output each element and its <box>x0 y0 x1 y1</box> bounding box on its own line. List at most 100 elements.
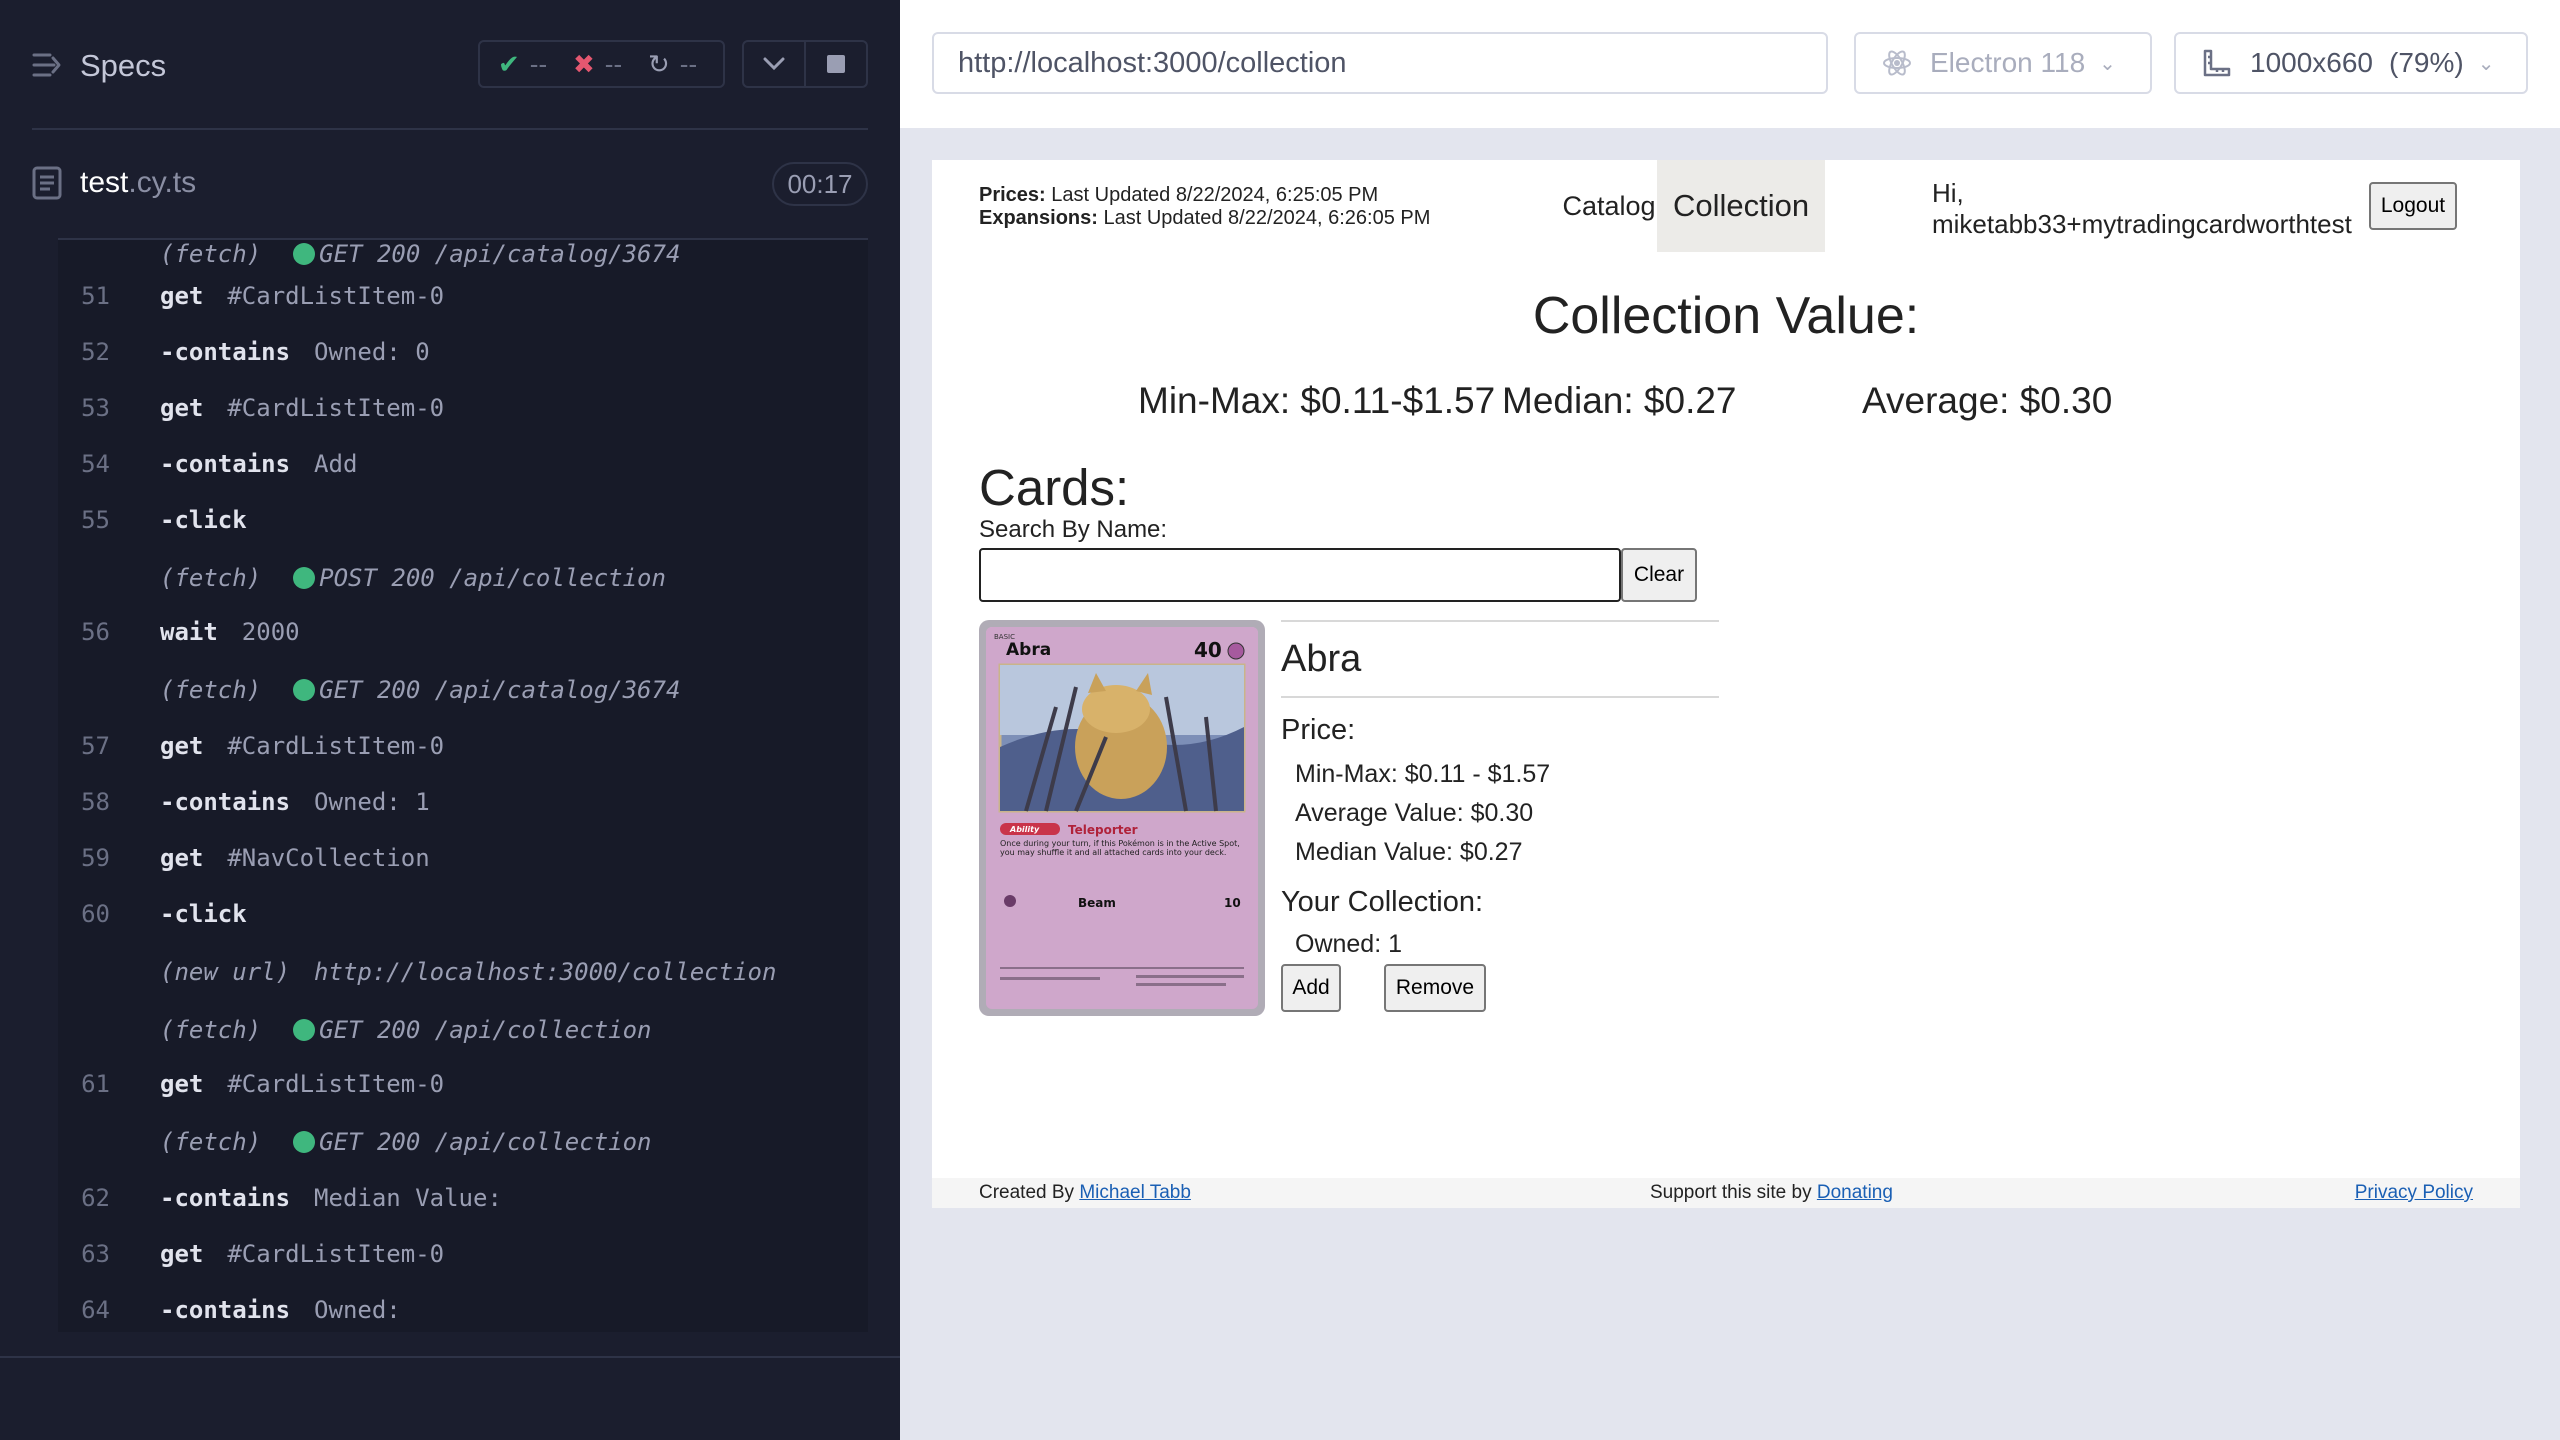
chevron-down-icon <box>763 57 785 71</box>
card-image[interactable]: BASIC Abra 40 Ability Teleporter Once du… <box>979 620 1265 1016</box>
remove-button[interactable]: Remove <box>1384 964 1486 1012</box>
command-arg: #NavCollection <box>227 844 430 872</box>
passed-count: -- <box>529 48 548 79</box>
command-text: -contains <box>160 1296 291 1324</box>
event-row[interactable]: (new url) http://localhost:3000/collectio… <box>58 946 868 998</box>
created-by-text: Created By <box>979 1182 1075 1203</box>
spec-file-base: test <box>80 166 129 199</box>
command-text: get <box>160 1240 204 1268</box>
command-name: get #CardListItem-0 <box>160 282 444 310</box>
event-text: GET 200 /api/catalog/3674 <box>319 240 681 268</box>
command-log[interactable]: (fetch) GET 200 /api/catalog/3674 51 get #Ca… <box>58 238 868 1332</box>
clear-button[interactable]: Clear <box>1621 548 1697 602</box>
card-attack-text: Beam <box>1078 896 1116 910</box>
command-row[interactable]: 60 -click <box>58 888 868 940</box>
browser-name: Electron 118 <box>1930 47 2086 78</box>
nav-catalog[interactable]: Catalog <box>1554 160 1664 252</box>
app-footer: Created By Michael Tabb Support this sit… <box>932 1178 2520 1208</box>
status-dot-icon <box>293 1019 316 1041</box>
pending-stat: ↻ -- <box>648 49 723 80</box>
command-text: -contains <box>160 788 291 816</box>
footer-credit: Created By Michael Tabb <box>979 1182 1191 1204</box>
command-row[interactable]: 58 -contains Owned: 1 <box>58 776 868 828</box>
card-name: Abra <box>1281 638 1362 680</box>
add-button[interactable]: Add <box>1281 964 1341 1012</box>
specs-header: Specs ✔ -- ✖ -- ↻ -- <box>0 0 900 130</box>
card-collection-heading: Your Collection: <box>1281 886 1484 918</box>
command-row[interactable]: 52 -contains Owned: 0 <box>58 326 868 378</box>
run-timer: 00:17 <box>772 162 868 206</box>
command-row[interactable]: 63 get #CardListItem-0 <box>58 1228 868 1280</box>
command-name: get #CardListItem-0 <box>160 394 444 422</box>
command-row[interactable]: 55 -click <box>58 494 868 546</box>
command-name: -click <box>160 900 271 928</box>
event-row[interactable]: (fetch) POST 200 /api/collection <box>58 552 868 604</box>
command-text: get <box>160 1070 204 1098</box>
event-text: POST 200 /api/collection <box>319 564 666 592</box>
specs-list-icon[interactable] <box>32 52 62 78</box>
author-link[interactable]: Michael Tabb <box>1079 1182 1191 1203</box>
chevron-down-icon: ⌄ <box>2099 52 2116 75</box>
command-arg: Owned: 1 <box>314 788 430 816</box>
failed-stat: ✖ -- <box>573 49 648 80</box>
event-entry: (fetch) GET 200 /api/catalog/3674 <box>160 676 680 704</box>
command-row[interactable]: 62 -contains Median Value: <box>58 1172 868 1224</box>
privacy-policy-link[interactable]: Privacy Policy <box>2355 1182 2473 1203</box>
search-input[interactable] <box>979 548 1621 602</box>
event-entry: (fetch) GET 200 /api/collection <box>160 1128 652 1156</box>
command-row[interactable]: 51 get #CardListItem-0 <box>58 270 868 322</box>
command-row[interactable]: 54 -contains Add <box>58 438 868 490</box>
browser-selector[interactable]: Electron 118 ⌄ <box>1854 32 2152 94</box>
event-text: GET 200 /api/collection <box>319 1016 652 1044</box>
status-dot-icon <box>293 679 316 701</box>
card-damage-text: 10 <box>1224 896 1241 910</box>
event-row[interactable]: (fetch) GET 200 /api/collection <box>58 1116 868 1168</box>
command-name: get #NavCollection <box>160 844 430 872</box>
card-ability-text: Once during your turn, if this Pokémon i… <box>1000 839 1240 857</box>
specs-title[interactable]: Specs <box>80 48 166 84</box>
app-under-test: Prices: Last Updated 8/22/2024, 6:25:05 … <box>932 160 2520 1208</box>
event-label: (fetch) <box>160 564 262 592</box>
event-row[interactable]: (fetch) GET 200 /api/catalog/3674 <box>58 664 868 716</box>
command-row[interactable]: 53 get #CardListItem-0 <box>58 382 868 434</box>
prices-updated: Last Updated 8/22/2024, 6:25:05 PM <box>1051 184 1379 206</box>
command-arg: #CardListItem-0 <box>227 1240 445 1268</box>
command-name: get #CardListItem-0 <box>160 1240 444 1268</box>
divider <box>32 128 868 130</box>
event-row[interactable]: (fetch) GET 200 /api/collection <box>58 1004 868 1056</box>
collapse-button[interactable] <box>744 42 804 86</box>
viewport-selector[interactable]: 1000x660 (79%) ⌄ <box>2174 32 2528 94</box>
command-text: get <box>160 282 204 310</box>
command-name: wait 2000 <box>160 618 300 646</box>
event-entry: (fetch) GET 200 /api/catalog/3674 <box>160 240 680 268</box>
greeting-hi: Hi, <box>1932 178 1964 208</box>
card-ability-tag-text: Ability <box>1009 825 1040 834</box>
logout-button[interactable]: Logout <box>2369 182 2457 230</box>
command-arg: Owned: 0 <box>314 338 430 366</box>
card-title-text: Abra <box>1006 640 1051 660</box>
footer-privacy: Privacy Policy <box>2355 1182 2473 1204</box>
line-number: 56 <box>81 618 110 646</box>
collection-minmax: Min-Max: $0.11-$1.57 <box>1138 380 1496 421</box>
spec-file-row: test.cy.ts 00:17 <box>0 150 900 216</box>
command-row[interactable]: 59 get #NavCollection <box>58 832 868 884</box>
url-bar[interactable]: http://localhost:3000/collection <box>932 32 1828 94</box>
command-row[interactable]: 64 -contains Owned: <box>58 1284 868 1332</box>
command-row[interactable]: 57 get #CardListItem-0 <box>58 720 868 772</box>
donate-link[interactable]: Donating <box>1817 1182 1893 1203</box>
line-number: 64 <box>81 1296 110 1324</box>
collection-median: Median: $0.27 <box>1502 380 1737 421</box>
app-preview-panel: http://localhost:3000/collection Electro… <box>900 0 2560 1440</box>
stop-button[interactable] <box>804 42 866 86</box>
command-arg: Owned: <box>314 1296 401 1324</box>
card-art: BASIC Abra 40 Ability Teleporter Once du… <box>986 627 1258 1009</box>
command-row[interactable]: 61 get #CardListItem-0 <box>58 1058 868 1110</box>
pending-icon: ↻ <box>648 48 670 79</box>
nav-collection[interactable]: Collection <box>1657 160 1825 252</box>
divider <box>1281 696 1719 698</box>
command-name: -contains Owned: <box>160 1296 401 1324</box>
card-average: Average Value: $0.30 <box>1295 799 1534 827</box>
command-row[interactable]: 56 wait 2000 <box>58 606 868 658</box>
command-name: get #CardListItem-0 <box>160 1070 444 1098</box>
greeting-username: miketabb33+mytradingcardworthtest <box>1932 209 2352 239</box>
